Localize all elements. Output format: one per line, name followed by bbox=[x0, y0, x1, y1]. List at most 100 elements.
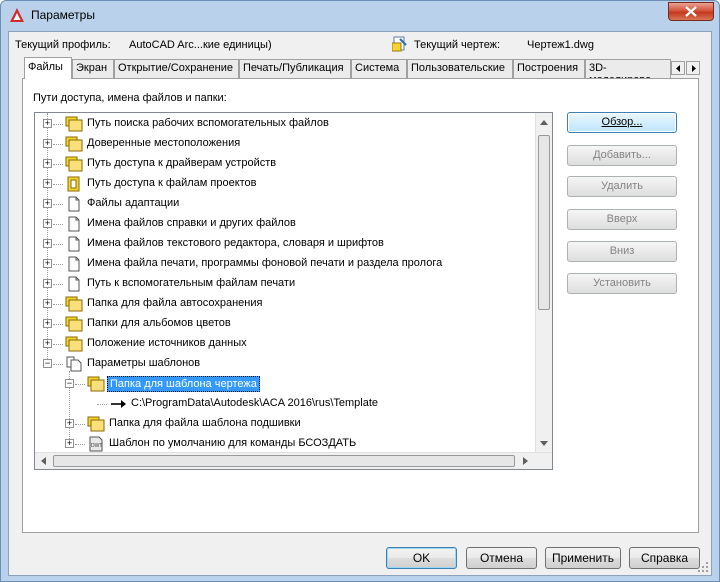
expand-toggle[interactable]: + bbox=[65, 419, 74, 428]
collapse-toggle[interactable]: − bbox=[43, 359, 52, 368]
tab-display[interactable]: Экран bbox=[72, 59, 114, 78]
tree-connector bbox=[53, 124, 63, 125]
expand-toggle[interactable]: + bbox=[43, 339, 52, 348]
tree-item[interactable]: + Файлы адаптации bbox=[35, 194, 535, 214]
tree-connector bbox=[97, 404, 107, 405]
tree-item[interactable]: + Папка для файла шаблона подшивки bbox=[35, 414, 535, 434]
tree-vertical-scrollbar[interactable] bbox=[535, 113, 552, 453]
tab-user-preferences[interactable]: Пользовательские bbox=[407, 59, 513, 78]
expand-toggle[interactable]: + bbox=[43, 239, 52, 248]
tree-item[interactable]: + Путь поиска рабочих вспомогательных фа… bbox=[35, 114, 535, 134]
tree-item[interactable]: + Путь доступа к драйверам устройств bbox=[35, 154, 535, 174]
document-icon bbox=[68, 216, 80, 232]
files-tab-panel: Пути доступа, имена файлов и папки: + Пу… bbox=[22, 78, 699, 533]
scroll-left-icon[interactable] bbox=[36, 453, 52, 469]
cancel-button[interactable]: Отмена bbox=[466, 547, 537, 569]
apply-button[interactable]: Применить bbox=[545, 547, 621, 569]
tab-files[interactable]: Файлы bbox=[24, 57, 72, 79]
tree-item[interactable]: + Путь доступа к файлам проектов bbox=[35, 174, 535, 194]
tree-item[interactable]: + DWT Шаблон по умолчанию для команды БС… bbox=[35, 434, 535, 454]
tab-open-save[interactable]: Открытие/Сохранение bbox=[114, 59, 239, 78]
help-button[interactable]: Справка bbox=[629, 547, 700, 569]
tree-item-selected[interactable]: − Папка для шаблона чертежа bbox=[35, 374, 535, 394]
expand-toggle[interactable]: + bbox=[43, 179, 52, 188]
window-title: Параметры bbox=[31, 8, 95, 22]
document-stack-icon bbox=[66, 356, 82, 372]
collapse-toggle[interactable]: − bbox=[65, 379, 74, 388]
tab-plot-publish[interactable]: Печать/Публикация bbox=[239, 59, 351, 78]
tree-item-path[interactable]: C:\ProgramData\Autodesk\ACA 2016\rus\Tem… bbox=[35, 394, 535, 414]
set-current-button[interactable]: Установить bbox=[567, 273, 677, 294]
tree-item-label: C:\ProgramData\Autodesk\ACA 2016\rus\Tem… bbox=[131, 397, 379, 409]
search-paths-tree[interactable]: + Путь поиска рабочих вспомогательных фа… bbox=[34, 112, 553, 470]
tree-item-label: Положение источников данных bbox=[87, 337, 247, 349]
tree-connector bbox=[75, 384, 85, 385]
tree-item[interactable]: + Имена файла печати, программы фоновой … bbox=[35, 254, 535, 274]
tab-3d-modeling[interactable]: 3D-моделирова bbox=[585, 59, 671, 78]
tree-item-label: Имена файлов текстового редактора, слова… bbox=[87, 237, 384, 249]
document-icon bbox=[68, 276, 80, 292]
title-bar[interactable]: Параметры bbox=[1, 1, 719, 31]
tree-item-label: Путь поиска рабочих вспомогательных файл… bbox=[87, 117, 329, 129]
tree-item-label: Путь доступа к драйверам устройств bbox=[87, 157, 277, 169]
expand-toggle[interactable]: + bbox=[43, 119, 52, 128]
profile-label: Текущий профиль: bbox=[15, 39, 111, 51]
dialog-body: Текущий профиль: AutoCAD Arc...кие едини… bbox=[8, 31, 712, 576]
autocad-logo-icon bbox=[10, 8, 24, 22]
folder-stack-icon bbox=[65, 316, 83, 332]
folder-stack-icon bbox=[87, 376, 105, 392]
tree-item[interactable]: + Доверенные местоположения bbox=[35, 134, 535, 154]
expand-toggle[interactable]: + bbox=[43, 299, 52, 308]
tree-connector bbox=[53, 184, 63, 185]
tree-connector bbox=[53, 204, 63, 205]
dwt-file-icon: DWT bbox=[89, 436, 103, 452]
expand-toggle[interactable]: + bbox=[43, 199, 52, 208]
tab-scroll-left-button[interactable] bbox=[671, 61, 685, 75]
tree-item-label: Папка для файла шаблона подшивки bbox=[109, 417, 301, 429]
tab-scroll-right-button[interactable] bbox=[686, 61, 700, 75]
expand-toggle[interactable]: + bbox=[43, 259, 52, 268]
tree-item[interactable]: + Папка для файла автосохранения bbox=[35, 294, 535, 314]
resize-grip-icon[interactable] bbox=[698, 562, 709, 573]
expand-toggle[interactable]: + bbox=[65, 439, 74, 448]
document-icon bbox=[68, 256, 80, 272]
folder-stack-icon bbox=[65, 296, 83, 312]
close-button[interactable] bbox=[668, 2, 714, 21]
browse-button[interactable]: Обзор... bbox=[567, 112, 677, 133]
tree-connector bbox=[53, 164, 63, 165]
tree-item-label: Доверенные местоположения bbox=[87, 137, 241, 149]
scroll-up-icon[interactable] bbox=[536, 115, 552, 131]
tree-item[interactable]: − Параметры шаблонов bbox=[35, 354, 535, 374]
tree-item[interactable]: + Папки для альбомов цветов bbox=[35, 314, 535, 334]
tree-item-label: Путь к вспомогательным файлам печати bbox=[87, 277, 296, 289]
move-up-button[interactable]: Вверх bbox=[567, 209, 677, 230]
options-dialog: Параметры Текущий профиль: AutoCAD Arc..… bbox=[0, 0, 720, 582]
section-label: Пути доступа, имена файлов и папки: bbox=[33, 92, 227, 104]
scrollbar-thumb[interactable] bbox=[538, 135, 550, 310]
tab-system[interactable]: Система bbox=[351, 59, 407, 78]
remove-button[interactable]: Удалить bbox=[567, 176, 677, 197]
ok-button[interactable]: OK bbox=[386, 547, 457, 569]
arrow-right-icon bbox=[111, 400, 126, 408]
tab-drafting[interactable]: Построения bbox=[513, 59, 585, 78]
browse-button-label: Обзор... bbox=[601, 116, 643, 128]
document-icon bbox=[68, 196, 80, 212]
tree-item[interactable]: + Путь к вспомогательным файлам печати bbox=[35, 274, 535, 294]
scrollbar-thumb[interactable] bbox=[53, 455, 515, 467]
tree-item[interactable]: + Имена файлов текстового редактора, сло… bbox=[35, 234, 535, 254]
scroll-down-icon[interactable] bbox=[536, 435, 552, 451]
add-button[interactable]: Добавить... bbox=[567, 145, 677, 166]
folder-stack-icon bbox=[65, 136, 83, 152]
expand-toggle[interactable]: + bbox=[43, 139, 52, 148]
tree-horizontal-scrollbar[interactable] bbox=[35, 452, 552, 469]
scroll-right-icon[interactable] bbox=[517, 453, 533, 469]
move-down-button[interactable]: Вниз bbox=[567, 241, 677, 262]
expand-toggle[interactable]: + bbox=[43, 319, 52, 328]
expand-toggle[interactable]: + bbox=[43, 279, 52, 288]
tree-item[interactable]: + Имена файлов справки и других файлов bbox=[35, 214, 535, 234]
drawing-label: Текущий чертеж: bbox=[414, 39, 501, 51]
folder-stack-icon bbox=[65, 116, 83, 132]
tree-item[interactable]: + Положение источников данных bbox=[35, 334, 535, 354]
expand-toggle[interactable]: + bbox=[43, 159, 52, 168]
expand-toggle[interactable]: + bbox=[43, 219, 52, 228]
